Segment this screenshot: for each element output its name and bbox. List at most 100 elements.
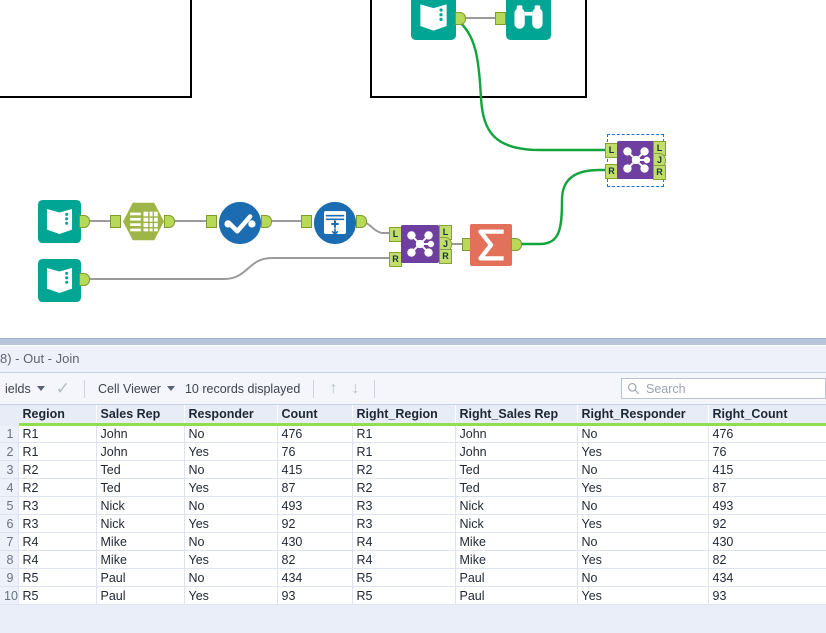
table-cell[interactable]: R5 xyxy=(352,568,456,587)
column-header-sales-rep[interactable]: Sales Rep xyxy=(96,405,185,426)
search-input[interactable] xyxy=(644,380,818,397)
workflow-canvas[interactable]: L R L J R L R L J R xyxy=(0,0,826,338)
arrow-up-icon[interactable]: ↑ xyxy=(322,380,344,397)
table-cell[interactable]: R2 xyxy=(18,478,97,497)
table-cell[interactable]: 93 xyxy=(277,586,353,605)
table-cell[interactable]: No xyxy=(184,460,278,479)
table-row[interactable]: 6 R3 Nick Yes 92 R3 Nick Yes 92 xyxy=(0,514,826,533)
table-cell[interactable]: R4 xyxy=(18,532,97,551)
table-cell[interactable]: R3 xyxy=(18,496,97,515)
anchor-out-input-top[interactable] xyxy=(455,12,466,25)
table-cell[interactable]: 82 xyxy=(708,550,826,569)
table-cell[interactable]: 82 xyxy=(277,550,353,569)
table-cell[interactable]: Ted xyxy=(455,460,578,479)
table-cell[interactable]: John xyxy=(96,442,185,461)
results-grid[interactable]: Region Sales Rep Responder Count Right_R… xyxy=(0,405,826,605)
table-cell[interactable]: R2 xyxy=(18,460,97,479)
node-data-cleansing[interactable] xyxy=(218,201,262,245)
table-row[interactable]: 7 R4 Mike No 430 R4 Mike No 430 xyxy=(0,532,826,551)
anchor-in-select[interactable] xyxy=(110,215,121,228)
table-cell[interactable]: 76 xyxy=(277,442,353,461)
anchor-out-input1[interactable] xyxy=(79,215,90,228)
anchor-in-browse-top[interactable] xyxy=(495,12,506,25)
column-header-responder[interactable]: Responder xyxy=(184,405,278,426)
fields-dropdown[interactable]: ields xyxy=(0,373,50,404)
table-cell[interactable]: Paul xyxy=(96,586,185,605)
anchor-in-transpose[interactable] xyxy=(301,215,312,228)
table-cell[interactable]: Yes xyxy=(184,442,278,461)
arrow-down-icon[interactable]: ↓ xyxy=(344,380,366,397)
table-cell[interactable]: 415 xyxy=(277,460,353,479)
node-input-data-2[interactable] xyxy=(38,259,81,302)
table-cell[interactable]: R1 xyxy=(352,442,456,461)
table-cell[interactable]: R5 xyxy=(352,586,456,605)
table-cell[interactable]: 493 xyxy=(708,496,826,515)
table-cell[interactable]: 92 xyxy=(277,514,353,533)
table-row[interactable]: 4 R2 Ted Yes 87 R2 Ted Yes 87 xyxy=(0,478,826,497)
table-cell[interactable]: 92 xyxy=(708,514,826,533)
table-cell[interactable]: No xyxy=(577,532,709,551)
table-cell[interactable]: R1 xyxy=(18,424,97,443)
table-cell[interactable]: Nick xyxy=(96,514,185,533)
table-cell[interactable]: John xyxy=(96,424,185,443)
table-cell[interactable]: Yes xyxy=(577,478,709,497)
node-input-data-1[interactable] xyxy=(38,200,81,243)
table-row[interactable]: 5 R3 Nick No 493 R3 Nick No 493 xyxy=(0,496,826,515)
table-cell[interactable]: Yes xyxy=(577,586,709,605)
table-cell[interactable]: No xyxy=(577,460,709,479)
anchor-in-cleanse[interactable] xyxy=(206,215,217,228)
table-cell[interactable]: No xyxy=(184,532,278,551)
results-splitter[interactable] xyxy=(0,339,826,346)
table-cell[interactable]: Mike xyxy=(96,550,185,569)
table-cell[interactable]: 93 xyxy=(708,586,826,605)
table-cell[interactable]: Paul xyxy=(455,568,578,587)
table-cell[interactable]: R1 xyxy=(352,424,456,443)
table-cell[interactable]: 434 xyxy=(708,568,826,587)
table-row[interactable]: 9 R5 Paul No 434 R5 Paul No 434 xyxy=(0,568,826,587)
table-cell[interactable]: R4 xyxy=(18,550,97,569)
table-cell[interactable]: No xyxy=(184,496,278,515)
table-cell[interactable]: Ted xyxy=(455,478,578,497)
table-row[interactable]: 10 R5 Paul Yes 93 R5 Paul Yes 93 xyxy=(0,586,826,605)
anchor-out-select[interactable] xyxy=(164,215,175,228)
column-header-right-count[interactable]: Right_Count xyxy=(708,405,826,426)
anchor-out-join1-right[interactable]: R xyxy=(439,249,452,264)
table-cell[interactable]: No xyxy=(577,568,709,587)
table-cell[interactable]: Nick xyxy=(455,514,578,533)
table-cell[interactable]: Nick xyxy=(96,496,185,515)
table-cell[interactable]: R2 xyxy=(352,478,456,497)
table-cell[interactable]: Yes xyxy=(184,514,278,533)
cell-viewer-dropdown[interactable]: Cell Viewer xyxy=(93,373,180,404)
table-cell[interactable]: Mike xyxy=(455,532,578,551)
node-join-1[interactable] xyxy=(401,225,439,263)
node-select[interactable] xyxy=(122,201,165,242)
table-cell[interactable]: 415 xyxy=(708,460,826,479)
table-cell[interactable]: Ted xyxy=(96,460,185,479)
table-cell[interactable]: Paul xyxy=(455,586,578,605)
node-input-data-top[interactable] xyxy=(411,0,456,40)
table-cell[interactable]: R1 xyxy=(18,442,97,461)
table-cell[interactable]: Yes xyxy=(577,550,709,569)
table-cell[interactable]: R3 xyxy=(352,496,456,515)
table-row[interactable]: 1 R1 John No 476 R1 John No 476 xyxy=(0,424,826,443)
table-cell[interactable]: Mike xyxy=(455,550,578,569)
anchor-out-summarize[interactable] xyxy=(511,238,522,251)
column-header-right-region[interactable]: Right_Region xyxy=(352,405,456,426)
column-header-region[interactable]: Region xyxy=(18,405,97,426)
table-cell[interactable]: R3 xyxy=(18,514,97,533)
check-icon[interactable]: ✓ xyxy=(50,380,76,397)
table-cell[interactable]: No xyxy=(577,424,709,443)
table-cell[interactable]: R4 xyxy=(352,532,456,551)
table-cell[interactable]: 87 xyxy=(277,478,353,497)
table-cell[interactable]: Nick xyxy=(455,496,578,515)
node-browse-top[interactable] xyxy=(506,0,551,40)
table-cell[interactable]: 430 xyxy=(708,532,826,551)
table-cell[interactable]: 434 xyxy=(277,568,353,587)
node-summarize[interactable] xyxy=(470,224,512,266)
table-cell[interactable]: R3 xyxy=(352,514,456,533)
search-box[interactable] xyxy=(621,378,826,399)
node-transpose[interactable] xyxy=(313,201,357,245)
table-cell[interactable]: Yes xyxy=(184,478,278,497)
table-cell[interactable]: No xyxy=(577,496,709,515)
column-header-right-sales-rep[interactable]: Right_Sales Rep xyxy=(455,405,578,426)
